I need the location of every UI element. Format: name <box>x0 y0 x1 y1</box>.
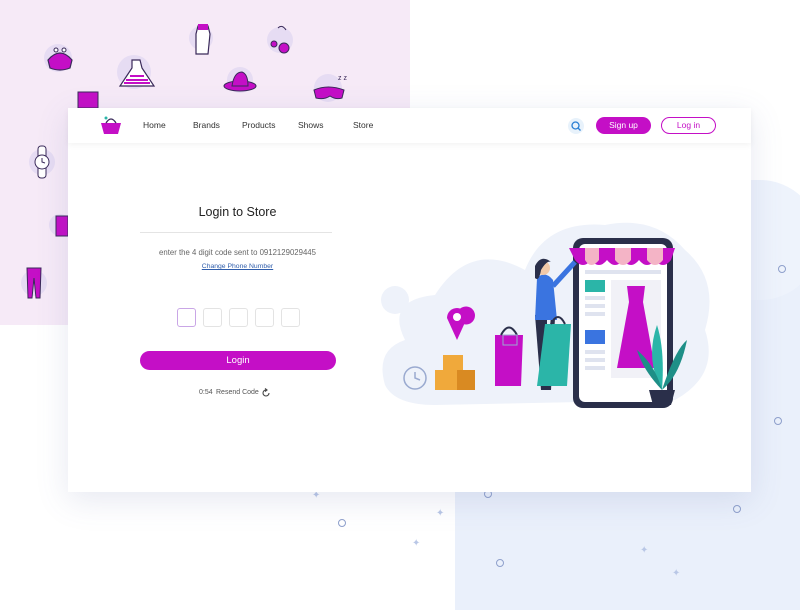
code-input-4[interactable] <box>255 308 274 327</box>
watch-icon <box>29 145 55 179</box>
nav-link-products[interactable]: Products <box>242 120 276 130</box>
shopping-basket-icon[interactable] <box>100 115 122 135</box>
sparkle-decoration: ✦ <box>640 545 649 556</box>
ring-decoration <box>496 559 504 567</box>
nav-link-shows[interactable]: Shows <box>298 120 324 130</box>
instruction-text: enter the 4 digit code sent to 091212902… <box>159 248 316 257</box>
login-nav-button[interactable]: Log in <box>661 117 716 134</box>
ring-decoration <box>733 505 741 513</box>
nav-link-home[interactable]: Home <box>143 120 166 130</box>
code-input-1[interactable] <box>177 308 196 327</box>
notebook-icon <box>49 214 70 237</box>
ring-decoration <box>774 417 782 425</box>
code-input-2[interactable] <box>203 308 222 327</box>
ring-decoration <box>778 265 786 273</box>
resend-code-link[interactable]: Resend Code <box>216 389 259 396</box>
store-illustration <box>381 222 710 408</box>
sleep-mask-icon: z z <box>313 74 347 102</box>
change-phone-link[interactable]: Change Phone Number <box>140 263 335 270</box>
page-title: Login to Store <box>198 205 277 219</box>
login-card: Home Brands Products Shows Store Sign up… <box>68 108 751 492</box>
nav-link-brands[interactable]: Brands <box>193 120 220 130</box>
pants-icon <box>21 267 47 299</box>
search-button[interactable] <box>568 118 584 134</box>
dress-icon <box>117 55 156 89</box>
signup-button[interactable]: Sign up <box>596 117 651 134</box>
sparkle-decoration: ✦ <box>672 568 681 579</box>
login-button[interactable]: Login <box>140 351 336 370</box>
flower-tag-icon <box>267 25 293 54</box>
purse-icon <box>44 44 73 72</box>
search-icon <box>571 121 581 131</box>
sparkle-decoration: ✦ <box>436 508 445 519</box>
countdown-timer: 0:54 <box>199 389 213 396</box>
svg-text:z z: z z <box>338 75 347 82</box>
ring-decoration <box>338 519 346 527</box>
hat-icon <box>223 67 257 93</box>
code-input-3[interactable] <box>229 308 248 327</box>
code-input-5[interactable] <box>281 308 300 327</box>
title-divider <box>140 232 332 233</box>
price-tag-icon <box>189 24 213 55</box>
sparkle-decoration: ✦ <box>412 538 421 549</box>
skirt-icon <box>77 91 99 108</box>
nav-link-store[interactable]: Store <box>353 120 373 130</box>
top-navbar: Home Brands Products Shows Store Sign up… <box>68 108 751 143</box>
reload-icon[interactable] <box>261 388 271 398</box>
